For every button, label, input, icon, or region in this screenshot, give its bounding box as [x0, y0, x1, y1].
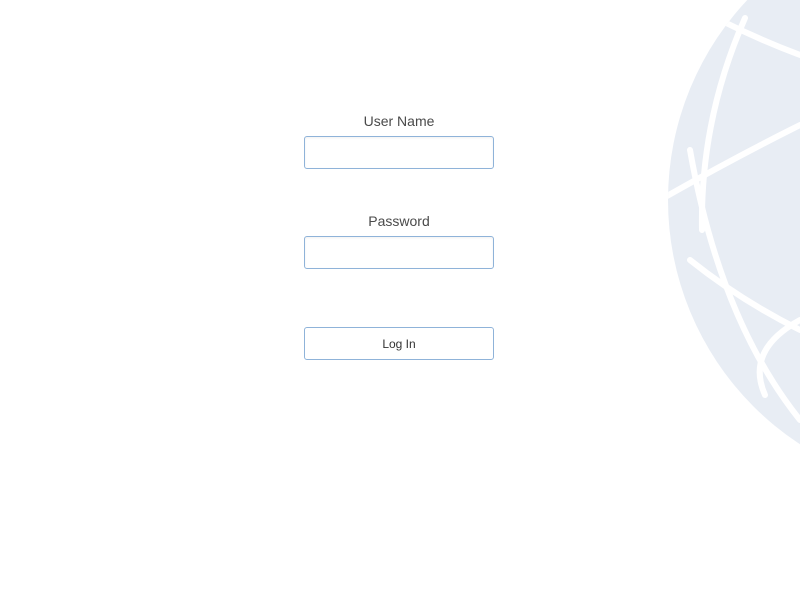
globe-body [668, 0, 800, 445]
login-form: User Name Password Log In [304, 112, 494, 360]
username-label: User Name [363, 113, 435, 129]
password-input[interactable] [304, 236, 494, 269]
login-button[interactable]: Log In [304, 327, 494, 360]
password-label: Password [368, 213, 430, 229]
login-page: User Name Password Log In [0, 0, 800, 600]
username-input[interactable] [304, 136, 494, 169]
